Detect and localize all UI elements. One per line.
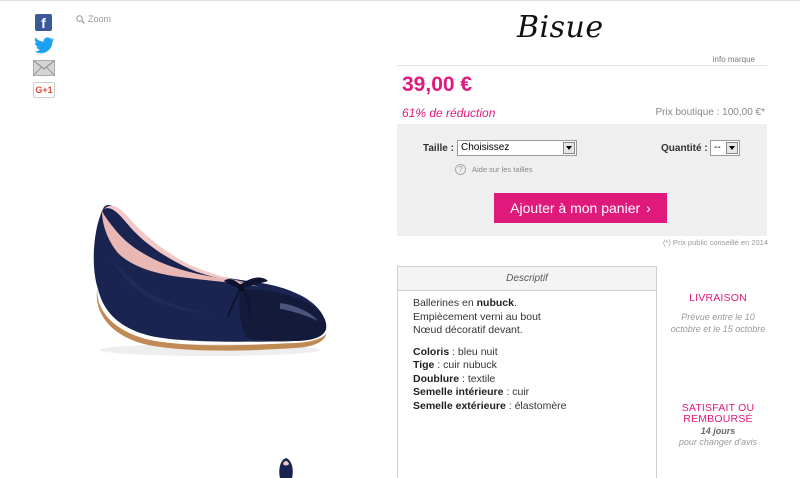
quantity-select[interactable]: --: [710, 140, 740, 156]
chevron-right-icon: ›: [646, 200, 651, 216]
sale-price: 39,00 €: [402, 73, 473, 96]
delivery-title: LIVRAISON: [689, 292, 747, 304]
purchase-options: Taille : Choisissez ? Aide sur les taill…: [397, 124, 767, 236]
social-share: f G+1: [33, 14, 63, 104]
retail-price: Prix boutique : 100,00 €*: [655, 107, 765, 118]
delivery-info: LIVRAISON Prévue entre le 10 octobre et …: [668, 292, 768, 335]
brand-logo[interactable]: Bisue: [517, 10, 604, 45]
size-select-value: Choisissez: [461, 142, 510, 153]
dropdown-arrow-icon: [563, 142, 575, 154]
product-thumbnail[interactable]: [274, 456, 298, 478]
facebook-icon[interactable]: f: [35, 14, 52, 31]
discount-label: 61% de réduction: [402, 106, 496, 120]
spec-row: Coloris : bleu nuit: [413, 345, 498, 358]
spec-row: Semelle extérieure : élastomère: [413, 399, 567, 412]
add-to-cart-button[interactable]: Ajouter à mon panier ›: [494, 193, 667, 223]
product-image[interactable]: [90, 185, 340, 365]
guarantee-text: pour changer d'avis: [678, 437, 758, 447]
guarantee-days: 14 jours: [700, 426, 736, 436]
description-line: Nœud décoratif devant.: [413, 324, 523, 336]
description-line: Empiècement verni au bout: [413, 310, 541, 323]
top-divider: [0, 0, 800, 1]
delivery-text: Prévue entre le 10 octobre et le 15 octo…: [670, 312, 766, 334]
quantity-select-value: --: [714, 142, 721, 153]
size-help-link[interactable]: ? Aide sur les tailles: [455, 164, 532, 175]
description-line: Ballerines en nubuck.: [413, 297, 517, 309]
price-footnote: (*) Prix public conseillé en 2014: [662, 238, 768, 247]
description-panel: Descriptif Ballerines en nubuck. Empièce…: [397, 266, 657, 478]
size-select[interactable]: Choisissez: [457, 140, 577, 156]
magnifier-icon: [76, 14, 85, 24]
twitter-icon[interactable]: [34, 37, 55, 54]
description-body: Ballerines en nubuck. Empiècement verni …: [398, 291, 656, 419]
google-plus-icon[interactable]: G+1: [33, 82, 55, 98]
dropdown-arrow-icon: [726, 142, 738, 154]
spec-row: Tige : cuir nubuck: [413, 359, 497, 371]
guarantee-info: SATISFAIT OU REMBOURSÉ 14 jours pour cha…: [668, 403, 768, 448]
email-icon[interactable]: [33, 60, 55, 76]
spec-row: Doublure : textile: [413, 372, 496, 385]
question-icon: ?: [455, 164, 466, 175]
size-help-label: Aide sur les tailles: [472, 165, 533, 174]
guarantee-title-line2: REMBOURSÉ: [683, 413, 753, 425]
size-label: Taille :: [423, 143, 454, 154]
spec-row: Semelle intérieure : cuir: [413, 386, 530, 398]
tab-descriptif[interactable]: Descriptif: [398, 267, 656, 291]
brand-divider: [397, 65, 767, 66]
quantity-label: Quantité :: [661, 143, 708, 154]
brand-info-link[interactable]: info marque: [713, 55, 755, 64]
zoom-label: Zoom: [88, 14, 112, 24]
zoom-link[interactable]: Zoom: [76, 14, 111, 24]
add-to-cart-label: Ajouter à mon panier: [510, 200, 641, 216]
